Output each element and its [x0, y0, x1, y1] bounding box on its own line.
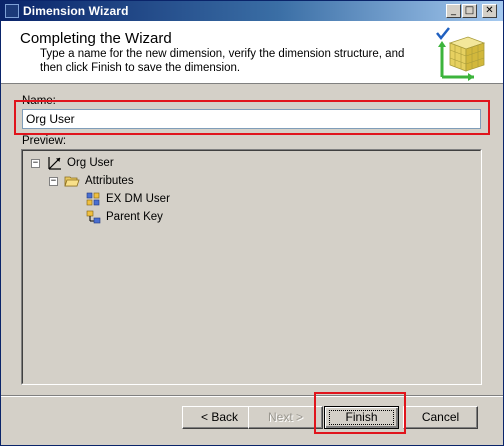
- key-attribute-icon: [86, 192, 100, 206]
- parent-attribute-icon: [86, 210, 101, 224]
- tree-node-label: Parent Key: [106, 211, 163, 223]
- minimize-button[interactable]: _: [446, 4, 461, 18]
- back-button[interactable]: < Back: [182, 406, 257, 429]
- tree-node-label: Attributes: [85, 175, 134, 187]
- dimension-wizard-window: Dimension Wizard _ □ ✕ Completing the Wi…: [0, 0, 504, 446]
- preview-label: Preview:: [22, 135, 67, 147]
- collapse-icon[interactable]: −: [49, 176, 58, 186]
- page-title: Completing the Wizard: [20, 30, 172, 47]
- name-label: Name:: [22, 95, 56, 107]
- tree-node-root[interactable]: − Org User: [31, 155, 114, 171]
- focus-rect: [329, 410, 394, 425]
- collapse-icon[interactable]: −: [31, 158, 40, 168]
- wizard-header: Completing the Wizard Type a name for th…: [1, 21, 503, 84]
- tree-node-attribute[interactable]: EX DM User: [85, 191, 170, 207]
- finish-button[interactable]: Finish: [324, 406, 399, 429]
- close-button[interactable]: ✕: [482, 4, 497, 18]
- preview-tree[interactable]: − Org User − Attributes EX DM User Paren…: [21, 149, 482, 385]
- tree-node-attribute[interactable]: Parent Key: [85, 209, 163, 225]
- tree-node-label: EX DM User: [106, 193, 170, 205]
- page-description: Type a name for the new dimension, verif…: [40, 48, 405, 74]
- next-button[interactable]: Next >: [248, 406, 323, 429]
- app-icon: [5, 4, 19, 18]
- title-bar[interactable]: Dimension Wizard _ □ ✕: [1, 1, 503, 21]
- window-title: Dimension Wizard: [23, 4, 129, 18]
- tree-node-label: Org User: [67, 157, 114, 169]
- footer-separator: [1, 395, 503, 397]
- dimension-name-input[interactable]: [22, 109, 481, 129]
- maximize-button[interactable]: □: [462, 4, 477, 18]
- dimension-icon: [48, 157, 61, 170]
- folder-open-icon: [64, 176, 80, 187]
- cancel-button[interactable]: Cancel: [403, 406, 478, 429]
- preview-tree-inner: − Org User − Attributes EX DM User Paren…: [22, 150, 481, 384]
- dimension-cube-icon: [436, 27, 486, 81]
- tree-node-attributes[interactable]: − Attributes: [49, 173, 134, 189]
